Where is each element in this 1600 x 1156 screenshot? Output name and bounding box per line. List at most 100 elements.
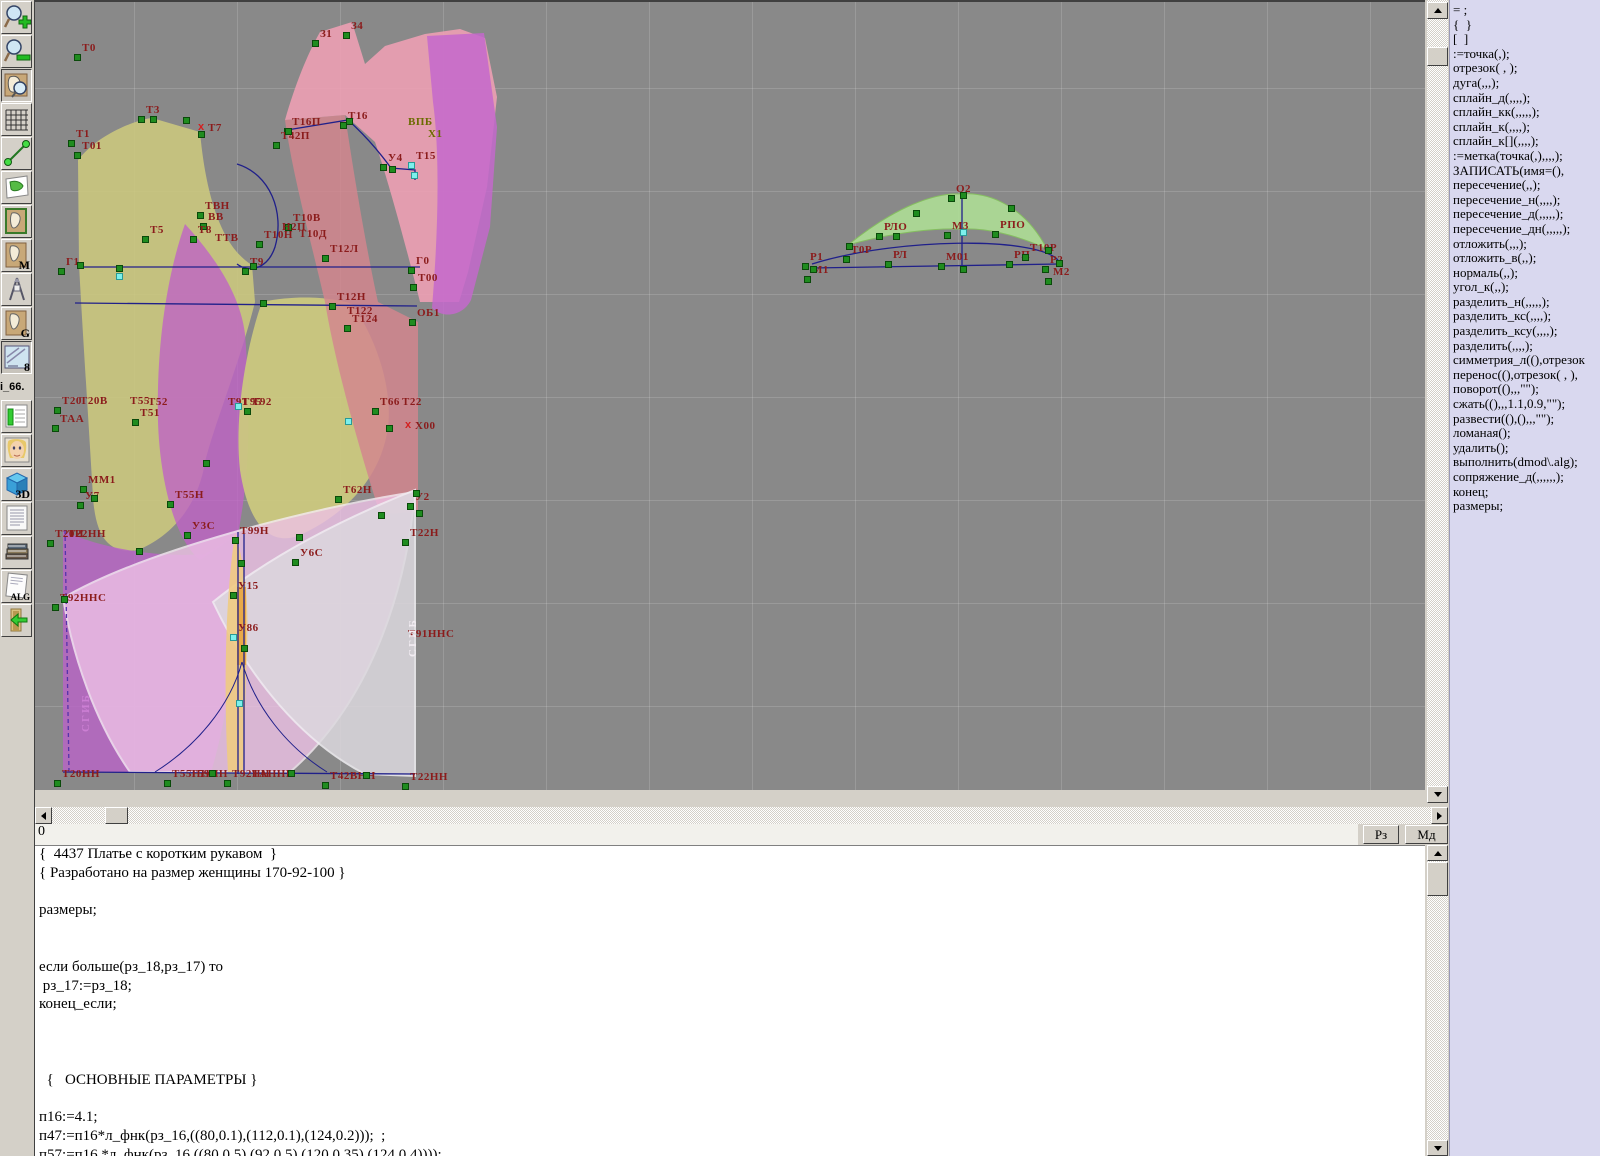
point-marker[interactable]	[346, 118, 353, 125]
point-marker[interactable]	[960, 266, 967, 273]
selected-point-marker[interactable]	[230, 634, 237, 641]
toolbar-compass-button[interactable]	[1, 273, 32, 306]
point-marker[interactable]	[1022, 254, 1029, 261]
toolbar-drafting-button[interactable]: 8	[1, 341, 32, 374]
selected-point-marker[interactable]	[236, 700, 243, 707]
command-item[interactable]: выполнить(dmod\.alg);	[1450, 455, 1600, 470]
point-marker[interactable]	[944, 232, 951, 239]
point-marker[interactable]	[1042, 266, 1049, 273]
md-button[interactable]: Мд	[1405, 825, 1448, 844]
point-marker[interactable]	[58, 268, 65, 275]
selected-point-marker[interactable]	[411, 172, 418, 179]
point-marker[interactable]	[1056, 260, 1063, 267]
point-marker[interactable]	[312, 40, 319, 47]
command-item[interactable]: отрезок( , );	[1450, 61, 1600, 76]
point-marker[interactable]	[52, 604, 59, 611]
point-marker[interactable]	[885, 261, 892, 268]
point-marker[interactable]	[61, 596, 68, 603]
point-marker[interactable]	[242, 268, 249, 275]
command-item[interactable]: поворот((),,,"");	[1450, 382, 1600, 397]
point-marker[interactable]	[136, 548, 143, 555]
point-marker[interactable]	[77, 262, 84, 269]
code-editor[interactable]: { 4437 Платье с коротким рукавом }{ Разр…	[35, 845, 1425, 1156]
point-marker[interactable]	[380, 164, 387, 171]
point-marker[interactable]	[389, 166, 396, 173]
point-marker[interactable]	[203, 460, 210, 467]
toolbar-zoom-out-button[interactable]	[1, 35, 32, 68]
point-marker[interactable]	[1006, 261, 1013, 268]
code-line[interactable]	[35, 1090, 1425, 1109]
point-marker[interactable]	[232, 537, 239, 544]
code-line[interactable]	[35, 1034, 1425, 1053]
point-marker[interactable]	[74, 54, 81, 61]
point-marker[interactable]	[150, 116, 157, 123]
point-marker[interactable]	[386, 425, 393, 432]
point-marker[interactable]	[363, 772, 370, 779]
command-item[interactable]: симметрия_л((),отрезок	[1450, 353, 1600, 368]
point-marker[interactable]	[241, 645, 248, 652]
point-marker[interactable]	[47, 540, 54, 547]
point-marker[interactable]	[1045, 247, 1052, 254]
toolbar-g-doc-button[interactable]: G	[1, 307, 32, 340]
code-line[interactable]: размеры;	[35, 902, 1425, 921]
point-marker[interactable]	[74, 152, 81, 159]
toolbar-alg-button[interactable]: ALG	[1, 570, 32, 603]
point-marker[interactable]	[260, 300, 267, 307]
toolbar-sketch-button[interactable]	[1, 171, 32, 204]
command-item[interactable]: [ ]	[1450, 32, 1600, 47]
selected-point-marker[interactable]	[408, 162, 415, 169]
selected-point-marker[interactable]	[235, 403, 242, 410]
point-marker[interactable]	[378, 512, 385, 519]
point-marker[interactable]	[409, 319, 416, 326]
command-item[interactable]: ломаная();	[1450, 426, 1600, 441]
point-marker[interactable]	[322, 782, 329, 789]
code-line[interactable]: п47:=п16*л_фнк(рз_16,((80,0.1),(112,0.1)…	[35, 1128, 1425, 1147]
command-item[interactable]: { }	[1450, 18, 1600, 33]
toolbar-three-d-button[interactable]: 3D	[1, 468, 32, 501]
point-marker[interactable]	[335, 496, 342, 503]
code-line[interactable]: конец_если;	[35, 996, 1425, 1015]
point-marker[interactable]	[198, 131, 205, 138]
point-marker[interactable]	[846, 243, 853, 250]
point-marker[interactable]	[54, 780, 61, 787]
code-line[interactable]	[35, 940, 1425, 959]
drawing-canvas[interactable]: Т0З1З4Т3Т1Т01Т7xТ16ПТ42ПТ16ВПБХ1У4Т15ТВН…	[35, 0, 1425, 790]
scroll-right-button[interactable]	[1431, 807, 1448, 824]
point-marker[interactable]	[230, 592, 237, 599]
toolbar-table-button[interactable]	[1, 400, 32, 433]
point-marker[interactable]	[372, 408, 379, 415]
command-item[interactable]: перенос((),отрезок( , ),	[1450, 368, 1600, 383]
command-item[interactable]: = ;	[1450, 3, 1600, 18]
canvas-horizontal-scrollbar[interactable]	[35, 807, 1448, 824]
scroll-thumb[interactable]	[1427, 862, 1448, 896]
toolbar-grid-button[interactable]	[1, 103, 32, 136]
command-item[interactable]: нормаль(,,);	[1450, 266, 1600, 281]
point-marker[interactable]	[68, 140, 75, 147]
scroll-left-button[interactable]	[35, 807, 52, 824]
point-marker[interactable]	[183, 117, 190, 124]
toolbar-list-button[interactable]	[1, 502, 32, 535]
point-marker[interactable]	[209, 770, 216, 777]
scroll-thumb[interactable]	[1427, 47, 1448, 66]
point-marker[interactable]	[960, 192, 967, 199]
point-marker[interactable]	[197, 212, 204, 219]
selected-point-marker[interactable]	[960, 229, 967, 236]
point-marker[interactable]	[292, 559, 299, 566]
point-marker[interactable]	[992, 231, 999, 238]
point-marker[interactable]	[250, 263, 257, 270]
toolbar-zoom-in-button[interactable]	[1, 1, 32, 34]
command-item[interactable]: пересечение_н(,,,,);	[1450, 193, 1600, 208]
point-marker[interactable]	[1045, 278, 1052, 285]
command-item[interactable]: сплайн_к(,,,,);	[1450, 120, 1600, 135]
code-line[interactable]	[35, 1053, 1425, 1072]
point-marker[interactable]	[238, 560, 245, 567]
point-marker[interactable]	[843, 256, 850, 263]
command-item[interactable]: разделить(,,,,);	[1450, 339, 1600, 354]
code-line[interactable]: { 4437 Платье с коротким рукавом }	[35, 846, 1425, 865]
command-item[interactable]: пересечение_д(,,,,,);	[1450, 207, 1600, 222]
point-marker[interactable]	[296, 534, 303, 541]
point-marker[interactable]	[402, 539, 409, 546]
point-marker[interactable]	[410, 284, 417, 291]
point-marker[interactable]	[893, 233, 900, 240]
point-marker[interactable]	[343, 32, 350, 39]
